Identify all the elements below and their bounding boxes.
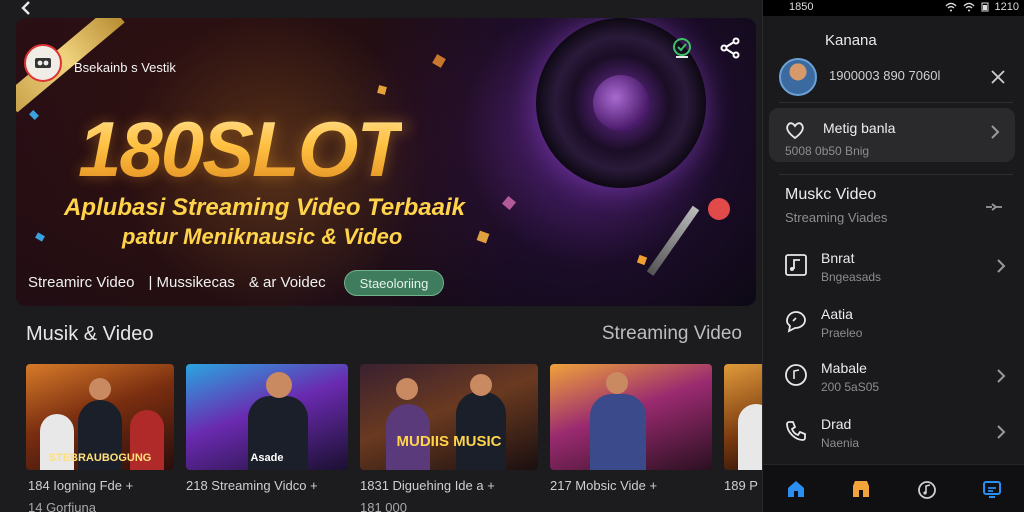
chevron-right-icon [997, 369, 1006, 383]
brand-logo [24, 44, 62, 82]
thumbnail-meta-row-2: 14 Gorfiuna 181 000 [28, 500, 550, 512]
screen-cast-icon [983, 480, 1002, 498]
banner-subtitle-line2: patur Meniknausic & Video [122, 224, 403, 249]
settings-button[interactable] [983, 196, 1005, 218]
phone-icon [786, 421, 806, 441]
menu-item-subtitle: Praeleo [821, 326, 863, 340]
menu-item-title: Mabale [821, 360, 867, 376]
menu-item-subtitle: Bngeasads [821, 270, 882, 284]
card-title: Metig banla [823, 120, 896, 136]
menu-item-title: Bnrat [821, 250, 855, 266]
wifi-icon [945, 2, 956, 12]
banner-subtitle-line1: Aplubasi Streaming Video Terbaaik [64, 194, 465, 221]
video-thumbnail[interactable]: STEBRAUBOGUNG [26, 364, 174, 470]
tab-video[interactable]: & ar Voidec [249, 274, 326, 291]
share-button[interactable] [718, 36, 742, 60]
bottom-nav [763, 464, 1024, 512]
chevron-right-icon [997, 259, 1006, 273]
thumbnail-meta-row: 184 Iogning Fde + 218 Streaming Vidco + … [28, 478, 762, 493]
bookmark-icon [673, 38, 691, 58]
microphone-graphic [646, 205, 700, 276]
menu-item[interactable]: Drad Naenia [779, 416, 1011, 460]
menu-item[interactable]: Bnrat Bngeasads [779, 250, 1011, 294]
thumbnail-meta[interactable]: 184 Iogning Fde + [28, 478, 186, 493]
banner-tabs: Streamirc Video | Mussikecas & ar Voidec [28, 274, 340, 291]
section-header-subtitle: Streaming Viades [785, 210, 888, 225]
brand-name: Bsekainb s Vestik [74, 60, 176, 75]
card-subtitle: 5008 0b50 Bnig [785, 144, 870, 158]
panel-title: Kanana [825, 32, 877, 49]
chevron-right-icon [997, 425, 1006, 439]
menu-item-title: Aatia [821, 306, 853, 322]
nav-music[interactable] [907, 471, 947, 507]
video-thumbnail[interactable]: Asade [186, 364, 348, 470]
nav-store[interactable] [841, 471, 881, 507]
tab-streaming-video[interactable]: Streamirc Video [28, 274, 134, 291]
menu-item[interactable]: Aatia Praeleo [779, 306, 1011, 350]
nav-screen-cast[interactable] [972, 471, 1012, 507]
section-header: Muskc Video Streaming Viades [785, 186, 1005, 230]
profile-id: 1900003 890 7060l [829, 68, 941, 83]
video-thumbnail-row: STEBRAUBOGUNG Asade MUDIIS MUSIC [26, 364, 762, 470]
thumbnail-meta[interactable]: 217 Mobsic Vide + [550, 478, 724, 493]
status-right-text: 1210 [994, 1, 1019, 13]
chevron-left-icon [21, 1, 30, 15]
featured-card[interactable]: Metig banla 5008 0b50 Bnig [769, 108, 1015, 162]
thumbnail-submeta: 14 Gorfiuna [28, 500, 96, 512]
tab-music[interactable]: | Mussikecas [148, 274, 234, 291]
status-time: 1850 [789, 1, 814, 13]
thumbnail-submeta: 181 000 [360, 500, 407, 512]
store-icon [853, 480, 870, 497]
menu-item-title: Drad [821, 416, 852, 432]
avatar [779, 58, 817, 96]
thumbnail-caption: STEBRAUBOGUNG [48, 452, 152, 464]
side-panel: 1850 1210 Kanana 1900003 890 7060l Metig… [762, 0, 1024, 512]
hero-banner[interactable]: Bsekainb s Vestik 180SLOT Aplubasi Strea… [16, 18, 756, 306]
status-bar: 1850 1210 [763, 0, 1024, 16]
signal-icon [963, 2, 974, 12]
menu-item-subtitle: 200 5aS05 [821, 380, 880, 394]
music-note-icon [785, 254, 807, 276]
section-title: Musik & Video [26, 323, 154, 345]
thumbnail-meta[interactable]: 218 Streaming Vidco + [186, 478, 360, 493]
thumbnail-meta[interactable]: 1831 Diguehing Ide a + [360, 478, 550, 493]
section-link[interactable]: Streaming Video [602, 323, 742, 345]
heart-chat-icon [786, 122, 804, 140]
bookmark-button[interactable] [670, 36, 694, 60]
share-icon [720, 37, 740, 59]
video-thumbnail[interactable] [724, 364, 762, 470]
chevron-right-icon [991, 125, 1000, 139]
link-icon [986, 203, 1002, 211]
video-thumbnail[interactable] [550, 364, 712, 470]
mobile-music-icon [785, 364, 807, 386]
streaming-pill-button[interactable]: Staeoloriing [344, 270, 444, 296]
menu-item[interactable]: Mabale 200 5aS05 [779, 360, 1011, 404]
close-icon [991, 70, 1005, 84]
section-header-title: Muskc Video [785, 186, 877, 203]
back-button[interactable] [14, 0, 38, 16]
music-icon [917, 480, 936, 499]
close-button[interactable] [987, 66, 1009, 88]
home-icon [787, 480, 804, 497]
chat-bubble-icon [786, 311, 806, 333]
thumbnail-caption: Asade [250, 452, 284, 464]
thumbnail-meta[interactable]: 189 P [724, 478, 762, 493]
nav-home[interactable] [776, 471, 816, 507]
battery-icon [981, 2, 989, 12]
menu-item-subtitle: Naenia [821, 436, 860, 450]
thumbnail-caption: MUDIIS MUSIC [396, 433, 502, 450]
video-thumbnail[interactable]: MUDIIS MUSIC [360, 364, 538, 470]
profile-row[interactable]: 1900003 890 7060l [779, 58, 1013, 98]
main-content: Bsekainb s Vestik 180SLOT Aplubasi Strea… [0, 0, 762, 512]
banner-title: 180SLOT [78, 105, 404, 193]
